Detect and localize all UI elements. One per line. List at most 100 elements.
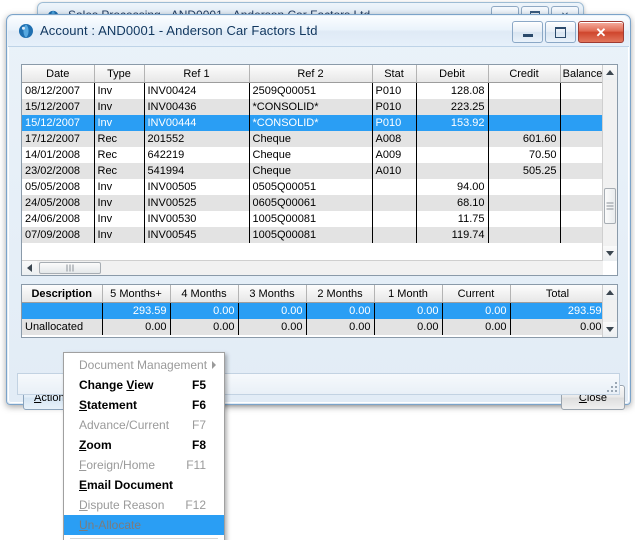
column-header-description[interactable]: Description	[22, 285, 103, 303]
table-row[interactable]: 17/12/2007 Rec 201552 Cheque A008 601.60	[22, 131, 606, 147]
cell-stat	[372, 179, 417, 195]
column-header-type[interactable]: Type	[94, 65, 145, 83]
cell-ref1: INV00436	[144, 99, 250, 115]
transactions-horizontal-scrollbar[interactable]	[22, 260, 603, 275]
dialog-window-controls[interactable]: ✕	[512, 21, 624, 43]
menu-item-document-management[interactable]: Document Management	[64, 355, 224, 375]
cell-ref2: *CONSOLID*	[249, 115, 373, 131]
column-header-date[interactable]: Date	[22, 65, 95, 83]
menu-item-change-view[interactable]: Change View F5	[64, 375, 224, 395]
scroll-left-icon[interactable]	[22, 261, 37, 275]
column-header-current[interactable]: Current	[442, 285, 511, 303]
column-header-stat[interactable]: Stat	[372, 65, 417, 83]
horizontal-scroll-thumb[interactable]	[39, 262, 101, 274]
cell-date: 15/12/2007	[22, 115, 95, 131]
cell-description	[22, 302, 103, 319]
column-header-1-month[interactable]: 1 Month	[374, 285, 443, 303]
table-row[interactable]: 24/06/2008 Inv INV00530 1005Q00081 11.75	[22, 211, 606, 227]
table-row[interactable]: 23/02/2008 Rec 541994 Cheque A010 505.25	[22, 163, 606, 179]
column-header-ref1[interactable]: Ref 1	[144, 65, 250, 83]
menu-item-foreign-home[interactable]: Foreign/Home F11	[64, 455, 224, 475]
menu-item-un-allocate[interactable]: Un-Allocate	[64, 515, 224, 535]
dialog-titlebar[interactable]: Account : AND0001 - Anderson Car Factors…	[8, 16, 629, 47]
menu-item-email-document[interactable]: Email Document	[64, 475, 224, 495]
dialog-resize-grip[interactable]	[605, 380, 617, 392]
cell-ref1: INV00424	[144, 82, 250, 99]
transactions-table: Date Type Ref 1 Ref 2 Stat Debit Credit …	[22, 65, 606, 243]
table-row[interactable]: 07/09/2008 Inv INV00545 1005Q00081 119.7…	[22, 227, 606, 243]
close-window-button[interactable]: ✕	[578, 21, 624, 43]
menu-item-label: Zoom	[79, 438, 112, 452]
cell-ref2: *CONSOLID*	[249, 99, 373, 115]
menu-item-label: Change View	[79, 378, 154, 392]
column-header-debit[interactable]: Debit	[416, 65, 489, 83]
table-row-selected[interactable]: 15/12/2007 Inv INV00444 *CONSOLID* P010 …	[22, 115, 606, 131]
table-row[interactable]: 14/01/2008 Rec 642219 Cheque A009 70.50	[22, 147, 606, 163]
menu-item-advance-current[interactable]: Advance/Current F7	[64, 415, 224, 435]
cell-current: 0.00	[442, 302, 511, 319]
menu-item-dispute-reason[interactable]: Dispute Reason F12	[64, 495, 224, 515]
menu-item-shortcut: F8	[191, 438, 206, 452]
cell-balance	[560, 82, 606, 99]
cell-debit: 223.25	[416, 99, 489, 115]
cell-date: 23/02/2008	[22, 163, 95, 179]
cell-stat: A008	[372, 131, 417, 147]
aging-row[interactable]: Unallocated 0.00 0.00 0.00 0.00 0.00 0.0…	[22, 319, 606, 335]
cell-description: Unallocated	[22, 319, 103, 335]
cell-ref2: Cheque	[249, 163, 373, 179]
cell-date: 17/12/2007	[22, 131, 95, 147]
table-row[interactable]: 24/05/2008 Inv INV00525 0605Q00061 68.10	[22, 195, 606, 211]
column-header-4-months[interactable]: 4 Months	[170, 285, 239, 303]
minimize-button[interactable]	[512, 21, 543, 43]
table-row[interactable]: 05/05/2008 Inv INV00505 0505Q00051 94.00	[22, 179, 606, 195]
cell-stat: P010	[372, 115, 417, 131]
column-header-2-months[interactable]: 2 Months	[306, 285, 375, 303]
vertical-scroll-thumb[interactable]	[604, 188, 616, 224]
aging-scroll-down-icon[interactable]	[603, 322, 617, 337]
action-context-menu[interactable]: Document Management Change View F5 State…	[63, 352, 225, 540]
scroll-up-icon[interactable]	[603, 65, 617, 80]
column-header-total[interactable]: Total	[510, 285, 606, 303]
menu-item-shortcut: F12	[185, 498, 206, 512]
column-header-balance[interactable]: Balance	[560, 65, 606, 83]
cell-ref2: Cheque	[249, 131, 373, 147]
aging-row-selected[interactable]: 293.59 0.00 0.00 0.00 0.00 0.00 293.59	[22, 302, 606, 319]
cell-3-months: 0.00	[238, 319, 307, 335]
menu-item-label: Email Document	[79, 478, 174, 492]
cell-stat	[372, 227, 417, 243]
table-row[interactable]: 15/12/2007 Inv INV00436 *CONSOLID* P010 …	[22, 99, 606, 115]
column-header-credit[interactable]: Credit	[488, 65, 561, 83]
aging-summary-grid[interactable]: Description 5 Months+ 4 Months 3 Months …	[21, 284, 618, 338]
cell-ref2: 1005Q00081	[249, 211, 373, 227]
column-header-3-months[interactable]: 3 Months	[238, 285, 307, 303]
cell-1-month: 0.00	[374, 302, 443, 319]
column-header-5-months-plus[interactable]: 5 Months+	[102, 285, 171, 303]
cell-balance	[560, 179, 606, 195]
table-row[interactable]: 08/12/2007 Inv INV00424 2509Q00051 P010 …	[22, 82, 606, 99]
cell-4-months: 0.00	[170, 302, 239, 319]
menu-item-zoom[interactable]: Zoom F8	[64, 435, 224, 455]
menu-item-shortcut: F11	[186, 458, 206, 472]
transactions-grid[interactable]: Date Type Ref 1 Ref 2 Stat Debit Credit …	[21, 64, 618, 276]
cell-balance	[560, 99, 606, 115]
cell-ref1: INV00545	[144, 227, 250, 243]
cell-current: 0.00	[442, 319, 511, 335]
maximize-button[interactable]	[545, 21, 576, 43]
column-header-ref2[interactable]: Ref 2	[249, 65, 373, 83]
cell-credit	[488, 179, 561, 195]
transactions-vertical-scrollbar[interactable]	[602, 65, 617, 261]
account-dialog[interactable]: Account : AND0001 - Anderson Car Factors…	[6, 14, 631, 410]
cell-ref1: 642219	[144, 147, 250, 163]
scroll-down-icon[interactable]	[603, 246, 617, 261]
cell-balance	[560, 131, 606, 147]
chevron-right-icon	[212, 361, 216, 369]
cell-credit	[488, 195, 561, 211]
cell-ref2: 0505Q00051	[249, 179, 373, 195]
menu-item-statement[interactable]: Statement F6	[64, 395, 224, 415]
cell-ref2: 2509Q00051	[249, 82, 373, 99]
aging-vertical-scrollbar[interactable]	[602, 285, 617, 337]
menu-item-shortcut: F5	[191, 378, 206, 392]
cell-ref1: INV00530	[144, 211, 250, 227]
cell-balance	[560, 115, 606, 131]
aging-scroll-up-icon[interactable]	[603, 285, 617, 300]
